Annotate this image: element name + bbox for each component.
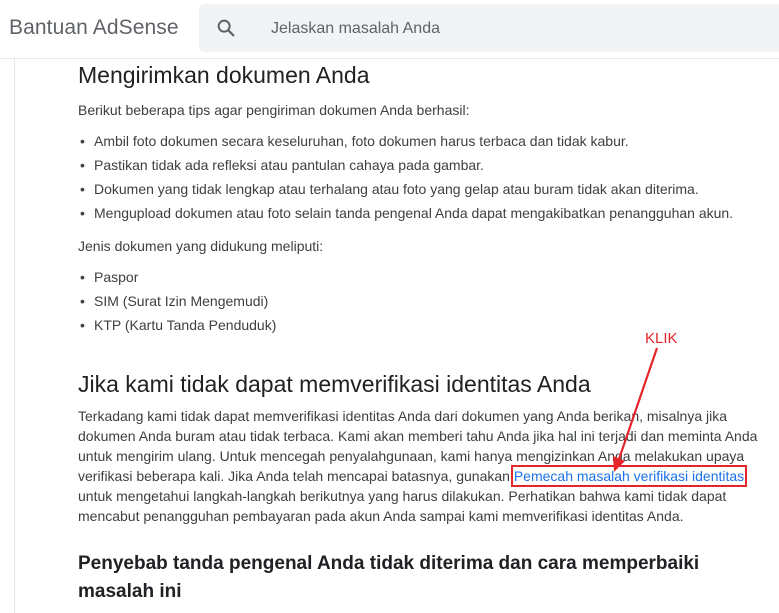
- app-title[interactable]: Bantuan AdSense: [9, 16, 179, 40]
- heading-line: masalah ini: [78, 581, 182, 602]
- search-input[interactable]: [269, 16, 753, 42]
- paragraph-text: verifikasi beberapa kali. Jika Anda tela…: [78, 468, 514, 484]
- list-item: Ambil foto dokumen secara keseluruhan, f…: [78, 129, 733, 153]
- annotation-arrow-icon: [613, 347, 659, 472]
- submit-intro: Berikut beberapa tips agar pengiriman do…: [78, 102, 470, 118]
- heading-line: Penyebab tanda pengenal Anda tidak diter…: [78, 553, 700, 574]
- paragraph-line: untuk mengetahui langkah-langkah berikut…: [78, 488, 727, 504]
- list-item: Mengupload dokumen atau foto selain tand…: [78, 201, 733, 225]
- list-item: Paspor: [78, 265, 276, 289]
- tips-list: Ambil foto dokumen secara keseluruhan, f…: [78, 129, 733, 225]
- heading-cannot-verify: Jika kami tidak dapat memverifikasi iden…: [78, 371, 591, 397]
- search-box[interactable]: [199, 4, 779, 52]
- list-item: SIM (Surat Izin Mengemudi): [78, 289, 276, 313]
- content-left-border: [14, 58, 15, 613]
- heading-submit-documents: Mengirimkan dokumen Anda: [78, 62, 370, 88]
- top-app-bar: Bantuan AdSense: [0, 0, 779, 59]
- list-item: Dokumen yang tidak lengkap atau terhalan…: [78, 177, 733, 201]
- doc-types-intro: Jenis dokumen yang didukung meliputi:: [78, 238, 324, 254]
- paragraph-line: mencabut penangguhan pembayaran pada aku…: [78, 508, 684, 524]
- list-item: Pastikan tidak ada refleksi atau pantula…: [78, 153, 733, 177]
- list-item: KTP (Kartu Tanda Penduduk): [78, 313, 276, 337]
- doc-types-list: Paspor SIM (Surat Izin Mengemudi) KTP (K…: [78, 265, 276, 337]
- search-icon[interactable]: [215, 17, 237, 39]
- heading-reasons: Penyebab tanda pengenal Anda tidak diter…: [78, 550, 699, 606]
